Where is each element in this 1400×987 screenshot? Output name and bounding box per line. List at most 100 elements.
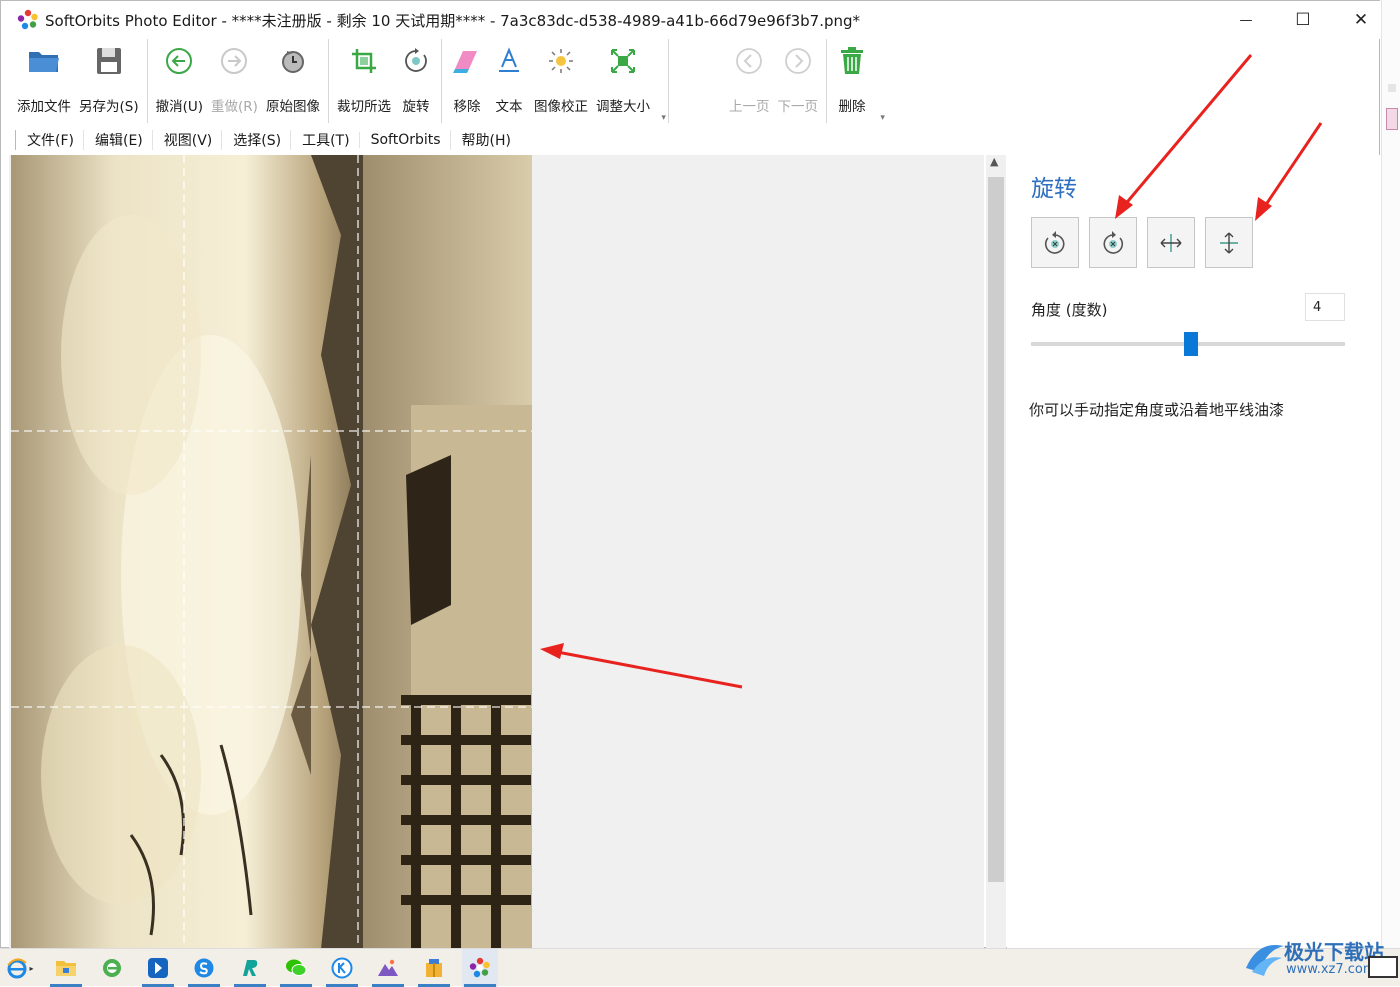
taskbar-app-k[interactable]	[324, 949, 360, 987]
menu-select[interactable]: 选择(S)	[221, 130, 290, 150]
taskbar-browser[interactable]	[94, 949, 130, 987]
save-as-button[interactable]: 另存为(S)	[75, 39, 143, 123]
undo-button[interactable]: 撤消(U)	[152, 39, 207, 123]
menu-help[interactable]: 帮助(H)	[449, 130, 520, 150]
panel-title: 旋转	[1031, 176, 1077, 202]
minimize-button[interactable]: —	[1217, 1, 1275, 39]
app-logo-icon	[17, 9, 39, 31]
delete-label: 删除	[838, 99, 866, 115]
file-explorer-icon	[56, 961, 76, 976]
taskbar-app-blue[interactable]	[140, 949, 176, 987]
toolbar-overflow-icon[interactable]: ▾	[661, 113, 666, 123]
taskbar-softorbits[interactable]	[462, 949, 498, 987]
toolbar-group-transform: 裁切所选 旋转	[333, 39, 442, 123]
redo-button[interactable]: 重做(R)	[207, 39, 262, 123]
text-label: 文本	[495, 99, 523, 115]
floppy-disk-icon	[92, 43, 126, 79]
scrollbar-thumb[interactable]	[988, 177, 1004, 882]
chevron-left-icon	[732, 43, 766, 79]
save-as-label: 另存为(S)	[79, 99, 139, 115]
background-window-tab	[1386, 108, 1398, 130]
trash-icon	[835, 43, 869, 79]
menu-edit[interactable]: 编辑(E)	[82, 130, 152, 150]
text-a-icon	[492, 43, 526, 79]
taskbar-app-box[interactable]	[416, 949, 452, 987]
angle-label: 角度 (度数)	[1031, 301, 1108, 319]
rotate-left-button[interactable]	[1031, 217, 1079, 268]
toolbar-group-delete: 删除 ▾	[831, 39, 887, 123]
add-file-button[interactable]: 添加文件	[13, 39, 75, 123]
annotation-arrow-left-icon	[540, 643, 743, 689]
toolbar-group-edit: 移除 文本 图像校正 调整大小 ▾	[446, 39, 669, 123]
image-correction-button[interactable]: 图像校正	[530, 39, 592, 123]
eraser-icon	[450, 43, 484, 79]
rotate-left-icon	[1044, 230, 1065, 254]
rotate-icon	[399, 43, 433, 79]
next-page-button[interactable]: 下一页	[773, 39, 822, 123]
folder-icon	[27, 43, 61, 79]
taskbar-app-mountain[interactable]	[370, 949, 406, 987]
menu-file[interactable]: 文件(F)	[15, 130, 83, 150]
minimize-icon: —	[1239, 12, 1253, 28]
r-logo-app-icon	[243, 960, 258, 976]
maximize-button[interactable]: ☐	[1274, 1, 1332, 39]
rotate-panel: 旋转 角度 (度数) 你可以手动指定角度或沿着地平线油漆	[1007, 155, 1381, 949]
slider-knob[interactable]	[1184, 332, 1199, 356]
taskbar-app-s[interactable]	[186, 949, 222, 987]
k-circle-app-icon	[331, 957, 353, 979]
app-window: SoftOrbits Photo Editor - ****未注册版 - 剩余 …	[0, 0, 1381, 949]
taskbar-wechat[interactable]	[278, 949, 314, 987]
delete-button[interactable]: 删除	[831, 39, 873, 123]
resize-arrows-icon	[606, 43, 640, 79]
redo-label: 重做(R)	[211, 99, 258, 115]
toolbar-group-navigation: 上一页 下一页	[725, 39, 827, 123]
main-toolbar: 添加文件 另存为(S) 撤消(U) 重做(R) 原始图像 裁切所选 旋转 移除 …	[13, 39, 891, 123]
rotate-button[interactable]: 旋转	[395, 39, 437, 123]
redo-arrow-icon	[217, 43, 251, 79]
taskbar-app-r[interactable]	[232, 949, 268, 987]
crop-button[interactable]: 裁切所选	[333, 39, 395, 123]
site-watermark: 极光下载站 www.xz7.com	[1240, 934, 1400, 986]
maximize-icon: ☐	[1295, 10, 1311, 30]
window-title: SoftOrbits Photo Editor - ****未注册版 - 剩余 …	[45, 11, 861, 30]
mountain-photo-app-icon	[378, 959, 398, 976]
angle-input[interactable]	[1305, 293, 1345, 321]
crop-label: 裁切所选	[336, 99, 391, 115]
menu-softorbits[interactable]: SoftOrbits	[358, 132, 450, 148]
rotate-right-icon	[1103, 230, 1124, 254]
package-box-icon	[426, 959, 442, 977]
toolbar-overflow-icon-2[interactable]: ▾	[880, 113, 885, 123]
annotation-arrows-top-icon	[1115, 54, 1323, 221]
green-browser-icon	[103, 959, 121, 977]
text-button[interactable]: 文本	[488, 39, 530, 123]
blue-arrow-app-icon	[148, 958, 168, 978]
taskbar-explorer[interactable]	[48, 949, 84, 987]
toolbar-group-file: 添加文件 另存为(S)	[13, 39, 148, 123]
original-image-button[interactable]: 原始图像	[262, 39, 324, 123]
background-window-control	[1388, 84, 1396, 92]
softorbits-logo-icon	[469, 957, 490, 978]
menu-tools[interactable]: 工具(T)	[290, 130, 358, 150]
menu-view[interactable]: 视图(V)	[151, 130, 222, 150]
ie-dropdown-icon[interactable]: ▸	[29, 964, 33, 973]
edited-photo[interactable]	[11, 155, 532, 949]
resize-button[interactable]: 调整大小	[592, 39, 654, 123]
toolbar-group-history: 撤消(U) 重做(R) 原始图像	[152, 39, 329, 123]
image-canvas[interactable]	[9, 155, 984, 949]
sun-icon	[544, 43, 578, 79]
vertical-scrollbar[interactable]: ▲	[986, 155, 1006, 949]
scroll-up-icon[interactable]: ▲	[990, 155, 998, 168]
taskbar-ie[interactable]: ▸	[2, 949, 38, 987]
watermark-url: www.xz7.com	[1286, 962, 1376, 977]
previous-page-button[interactable]: 上一页	[725, 39, 774, 123]
clock-reset-icon	[276, 43, 310, 79]
crop-icon	[347, 43, 381, 79]
close-icon: ✕	[1353, 10, 1369, 30]
remove-button[interactable]: 移除	[446, 39, 488, 123]
menu-bar: 文件(F) 编辑(E) 视图(V) 选择(S) 工具(T) SoftOrbits…	[15, 127, 520, 153]
next-page-label: 下一页	[777, 99, 818, 115]
flip-vertical-icon	[1220, 232, 1238, 253]
background-window-edge	[1381, 0, 1400, 948]
undo-label: 撤消(U)	[155, 99, 204, 115]
angle-slider[interactable]	[1031, 332, 1345, 356]
